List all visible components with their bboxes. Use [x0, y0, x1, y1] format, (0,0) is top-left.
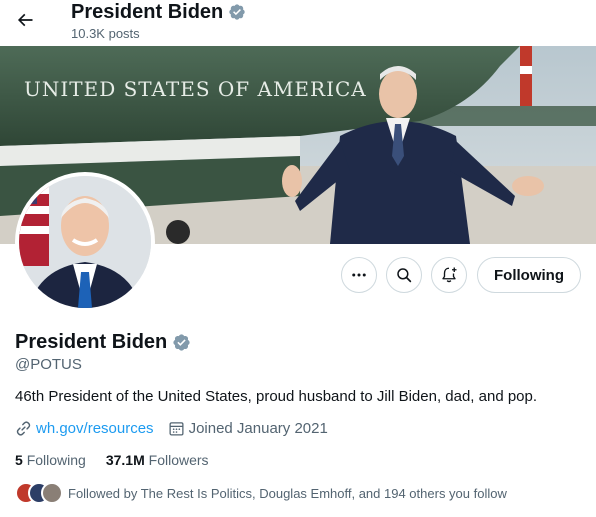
profile-header: President Biden 10.3K posts [0, 0, 596, 46]
website-link[interactable]: wh.gov/resources [36, 420, 154, 437]
arrow-left-icon [17, 13, 33, 27]
verified-badge-icon[interactable] [228, 3, 246, 21]
avatar[interactable] [15, 172, 155, 312]
bell-plus-icon [442, 267, 457, 283]
mutual-avatar [41, 482, 63, 504]
calendar-icon [169, 422, 184, 436]
joined-date: Joined January 2021 [188, 420, 328, 437]
avatar-image [19, 176, 151, 308]
more-button[interactable] [341, 257, 378, 293]
back-button[interactable] [10, 5, 40, 35]
following-count: 5 [15, 452, 23, 468]
profile-meta: wh.gov/resources Joined January 2021 [15, 420, 342, 437]
followed-by-row[interactable]: Followed by The Rest Is Politics, Dougla… [15, 482, 507, 504]
profile-name-row: President Biden [15, 330, 191, 354]
verified-badge-icon[interactable] [172, 333, 191, 352]
more-icon [352, 273, 366, 277]
following-label: Following [26, 452, 86, 468]
joined-item: Joined January 2021 [168, 420, 328, 437]
profile-actions: Following [341, 257, 581, 293]
website-item: wh.gov/resources [15, 420, 154, 437]
followed-by-text: Followed by The Rest Is Politics, Dougla… [68, 485, 507, 501]
post-count: 10.3K posts [71, 26, 140, 41]
link-icon [16, 421, 31, 436]
followers-count: 37.1M [105, 452, 145, 468]
profile-name: President Biden [15, 331, 168, 353]
banner-plane-text: UNITED STATES OF AMERICA [24, 77, 367, 101]
notifications-button[interactable] [431, 257, 468, 293]
following-link[interactable]: 5 Following [15, 452, 86, 468]
following-button[interactable]: Following [477, 257, 581, 293]
header-title: President Biden [71, 1, 224, 23]
mutual-avatars [15, 482, 63, 504]
follow-stats: 5 Following 37.1M Followers [15, 452, 229, 468]
followers-link[interactable]: 37.1M Followers [106, 452, 209, 468]
search-icon [397, 268, 412, 283]
profile-bio: 46th President of the United States, pro… [15, 388, 538, 405]
profile-handle: @POTUS [15, 356, 82, 373]
search-button[interactable] [386, 257, 423, 293]
followers-label: Followers [148, 452, 209, 468]
